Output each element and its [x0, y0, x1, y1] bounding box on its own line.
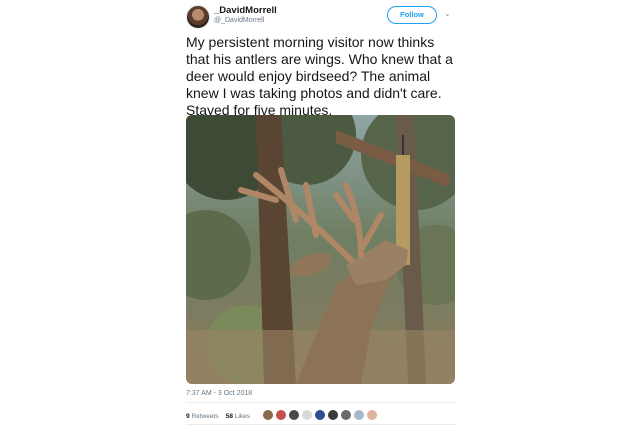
chevron-down-icon[interactable]: ⌄ — [444, 9, 451, 18]
liker-avatar-8[interactable] — [353, 409, 365, 421]
liker-avatar-7[interactable] — [340, 409, 352, 421]
retweet-count[interactable]: 9 — [186, 413, 190, 420]
tweet-text: My persistent morning visitor now thinks… — [186, 34, 453, 118]
likes-label[interactable]: Likes — [235, 413, 250, 420]
liker-avatar-1[interactable] — [262, 409, 274, 421]
avatar[interactable] — [186, 5, 210, 29]
like-count[interactable]: 58 — [226, 413, 233, 420]
deer-photo — [186, 115, 455, 384]
liker-avatar-2[interactable] — [275, 409, 287, 421]
liker-avatar-9[interactable] — [366, 409, 378, 421]
liker-avatar-5[interactable] — [314, 409, 326, 421]
retweets-label[interactable]: Retweets — [191, 413, 218, 420]
display-name[interactable]: _DavidMorrell — [214, 5, 277, 16]
tweet-stats: 9 Retweets 58 Likes — [186, 413, 250, 420]
divider — [186, 402, 456, 403]
tweet-timestamp[interactable]: 7:37 AM - 3 Oct 2018 — [186, 390, 252, 397]
liker-avatar-3[interactable] — [288, 409, 300, 421]
divider — [186, 424, 456, 425]
user-handle[interactable]: @_DavidMorrell — [214, 17, 264, 24]
liker-avatar-4[interactable] — [301, 409, 313, 421]
follow-button[interactable]: Follow — [387, 6, 437, 24]
tweet-photo[interactable] — [186, 115, 455, 384]
liker-avatar-6[interactable] — [327, 409, 339, 421]
